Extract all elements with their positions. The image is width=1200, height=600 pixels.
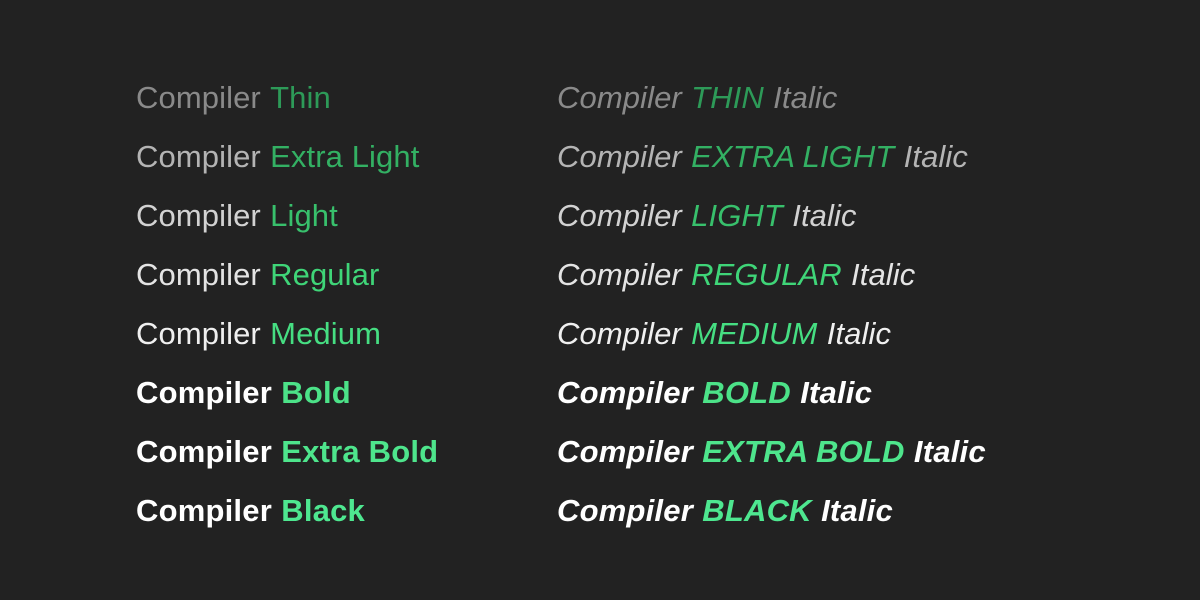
family-name: Compiler xyxy=(136,80,261,115)
family-name: Compiler xyxy=(557,434,693,469)
weight-name: Extra Light xyxy=(270,139,420,174)
specimen-column-upright: Compiler Thin Compiler Extra Light Compiler L… xyxy=(136,68,557,540)
specimen-grid: Compiler Thin Compiler Extra Light Compiler L… xyxy=(0,0,1200,600)
specimen-line: Compiler EXTRA BOLD Italic xyxy=(557,422,1200,481)
specimen-line: Compiler Medium xyxy=(136,304,557,363)
specimen-line: Compiler MEDIUM Italic xyxy=(557,304,1200,363)
italic-label: Italic xyxy=(792,198,857,233)
weight-name: Light xyxy=(270,198,338,233)
weight-name: EXTRA LIGHT xyxy=(691,139,895,174)
family-name: Compiler xyxy=(136,434,272,469)
specimen-canvas: Compiler Thin Compiler Extra Light Compiler L… xyxy=(0,0,1200,600)
weight-name: Black xyxy=(281,493,365,528)
weight-name: MEDIUM xyxy=(691,316,818,351)
family-name: Compiler xyxy=(557,257,682,292)
weight-name: Bold xyxy=(281,375,351,410)
specimen-line: Compiler Bold xyxy=(136,363,557,422)
weight-name: THIN xyxy=(691,80,764,115)
specimen-line: Compiler Light xyxy=(136,186,557,245)
weight-name: LIGHT xyxy=(691,198,783,233)
specimen-line: Compiler EXTRA LIGHT Italic xyxy=(557,127,1200,186)
specimen-line: Compiler LIGHT Italic xyxy=(557,186,1200,245)
family-name: Compiler xyxy=(136,316,261,351)
italic-label: Italic xyxy=(821,493,893,528)
family-name: Compiler xyxy=(557,80,682,115)
specimen-line: Compiler BLACK Italic xyxy=(557,481,1200,540)
italic-label: Italic xyxy=(773,80,838,115)
weight-name: Extra Bold xyxy=(281,434,439,469)
weight-name: BLACK xyxy=(702,493,812,528)
weight-name: Thin xyxy=(270,80,331,115)
family-name: Compiler xyxy=(557,493,693,528)
specimen-line: Compiler Regular xyxy=(136,245,557,304)
specimen-line: Compiler Extra Bold xyxy=(136,422,557,481)
family-name: Compiler xyxy=(557,375,693,410)
weight-name: Regular xyxy=(270,257,380,292)
specimen-line: Compiler REGULAR Italic xyxy=(557,245,1200,304)
italic-label: Italic xyxy=(851,257,916,292)
specimen-line: Compiler THIN Italic xyxy=(557,68,1200,127)
family-name: Compiler xyxy=(557,316,682,351)
italic-label: Italic xyxy=(913,434,986,469)
family-name: Compiler xyxy=(136,493,272,528)
specimen-line: Compiler Thin xyxy=(136,68,557,127)
family-name: Compiler xyxy=(557,139,682,174)
specimen-line: Compiler Black xyxy=(136,481,557,540)
weight-name: EXTRA BOLD xyxy=(702,434,905,469)
weight-name: REGULAR xyxy=(691,257,842,292)
italic-label: Italic xyxy=(826,316,892,351)
family-name: Compiler xyxy=(136,139,261,174)
family-name: Compiler xyxy=(557,198,682,233)
weight-name: Medium xyxy=(270,316,381,351)
italic-label: Italic xyxy=(800,375,873,410)
italic-label: Italic xyxy=(903,139,968,174)
family-name: Compiler xyxy=(136,375,272,410)
family-name: Compiler xyxy=(136,198,261,233)
family-name: Compiler xyxy=(136,257,261,292)
specimen-column-italic: Compiler THIN Italic Compiler EXTRA LIGHT Ita… xyxy=(557,68,1200,540)
specimen-line: Compiler Extra Light xyxy=(136,127,557,186)
specimen-line: Compiler BOLD Italic xyxy=(557,363,1200,422)
weight-name: BOLD xyxy=(702,375,791,410)
